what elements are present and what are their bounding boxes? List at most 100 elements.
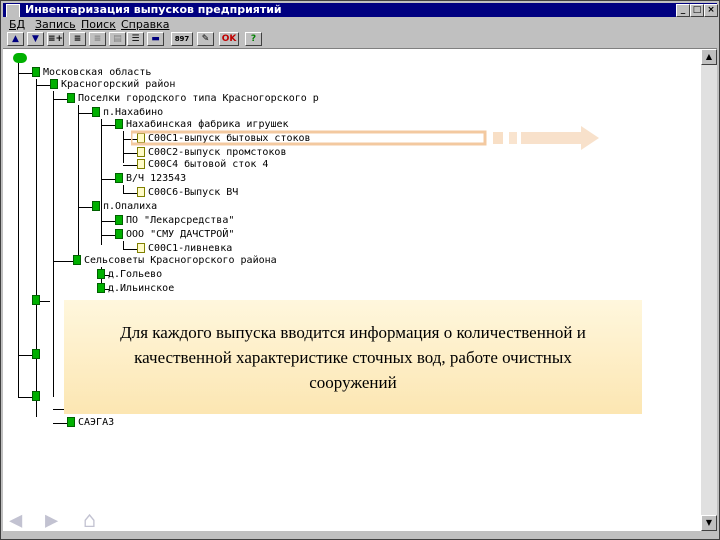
highlight-arrow: [131, 126, 599, 150]
connector-line: [101, 213, 102, 245]
arrow-shaft: [131, 130, 487, 146]
folder-icon: [67, 417, 75, 427]
folder-icon: [92, 201, 100, 211]
menu-bar: БД Запись Поиск Справка: [3, 17, 717, 31]
minimize-button[interactable]: _: [676, 4, 690, 17]
connector-line: [18, 63, 19, 397]
connector-line: [123, 165, 137, 166]
list-view-icon[interactable]: ☰: [127, 32, 144, 46]
folder-icon: [115, 229, 123, 239]
tree-node[interactable]: [32, 349, 43, 361]
menu-search[interactable]: Поиск: [81, 18, 116, 31]
folder-icon: [97, 269, 105, 279]
arrow-segment: [509, 132, 517, 144]
tree-node[interactable]: ООО "СМУ ДАЧСТРОЙ": [115, 229, 234, 241]
connector-line: [53, 91, 54, 397]
tree-node[interactable]: ПО "Лекарсредства": [115, 215, 234, 227]
tree-node[interactable]: д.Гольево: [97, 269, 162, 281]
connector-line: [101, 125, 115, 126]
folder-icon: [67, 93, 75, 103]
connector-line: [123, 241, 124, 249]
connector-line: [78, 113, 92, 114]
tree-node[interactable]: С00С6-Выпуск ВЧ: [137, 187, 238, 199]
connector-line: [53, 423, 67, 424]
folder-icon: [32, 349, 40, 359]
menu-record[interactable]: Запись: [35, 18, 76, 31]
tree-node[interactable]: В/Ч 123543: [115, 173, 186, 185]
filter-icon[interactable]: 897: [171, 32, 193, 46]
connector-line: [101, 179, 115, 180]
edit-pencil-icon[interactable]: ✎: [197, 32, 214, 46]
folder-icon: [32, 295, 40, 305]
tree-node[interactable]: д.Ильинское: [97, 283, 174, 295]
connector-line: [101, 235, 115, 236]
arrow-segment: [493, 132, 503, 144]
tree-node[interactable]: САЭГАЗ: [67, 417, 114, 429]
tree-node[interactable]: С00С4 бытовой сток 4: [137, 159, 268, 171]
disabled-tool-icon[interactable]: ▤: [109, 32, 126, 46]
connector-line: [18, 73, 32, 74]
tree-root-icon[interactable]: [13, 53, 27, 63]
connector-line: [78, 105, 79, 259]
folder-icon: [97, 283, 105, 293]
connector-line: [101, 221, 115, 222]
move-up-icon[interactable]: ▲: [7, 32, 24, 46]
help-button[interactable]: ?: [245, 32, 262, 46]
folder-icon: [115, 215, 123, 225]
edit-record-icon[interactable]: ≡: [89, 32, 106, 46]
window-title: Инвентаризация выпусков предприятий: [25, 3, 282, 16]
tree-node[interactable]: С00С1-ливневка: [137, 243, 232, 255]
app-icon[interactable]: [6, 4, 20, 18]
toolbar: ▲ ▼ ≡+ ≡ ≡ ▤ ☰ ▬ 897 ✎ OK ?: [3, 31, 717, 49]
tree-node[interactable]: Сельсоветы Красногорского района: [73, 255, 277, 267]
tree-node[interactable]: [32, 391, 43, 403]
nav-forward-icon[interactable]: ▶: [45, 508, 58, 533]
callout-line-1: Для каждого выпуска вводится информация …: [120, 323, 586, 342]
delete-record-icon[interactable]: ▬: [147, 32, 164, 46]
folder-icon: [32, 391, 40, 401]
folder-icon: [92, 107, 100, 117]
menu-db[interactable]: БД: [9, 18, 25, 31]
connector-line: [123, 249, 137, 250]
connector-line: [36, 79, 37, 417]
maximize-button[interactable]: □: [690, 4, 704, 17]
tree-node[interactable]: Московская область: [32, 67, 151, 79]
connector-line: [123, 185, 124, 193]
title-bar: Инвентаризация выпусков предприятий _ □ …: [3, 3, 718, 18]
connector-line: [53, 99, 67, 100]
scroll-down-icon[interactable]: ▼: [701, 515, 717, 531]
connector-line: [18, 355, 32, 356]
document-icon: [137, 187, 145, 197]
folder-icon: [115, 173, 123, 183]
folder-icon: [73, 255, 81, 265]
folder-icon: [115, 119, 123, 129]
insert-record-icon[interactable]: ≡: [69, 32, 86, 46]
tree-node[interactable]: п.Опалиха: [92, 201, 157, 213]
menu-help[interactable]: Справка: [121, 18, 169, 31]
connector-line: [123, 131, 124, 163]
ok-button[interactable]: OK: [219, 32, 239, 46]
connector-line: [123, 193, 137, 194]
tree-view: Московская область Красногорский район П…: [3, 49, 701, 531]
document-icon: [137, 243, 145, 253]
move-down-icon[interactable]: ▼: [27, 32, 44, 46]
folder-icon: [50, 79, 58, 89]
add-record-icon[interactable]: ≡+: [47, 32, 64, 46]
connector-line: [53, 261, 73, 262]
callout-line-3: сооружений: [309, 373, 397, 392]
tree-node[interactable]: Красногорский район: [50, 79, 175, 91]
info-callout: Для каждого выпуска вводится информация …: [64, 300, 642, 414]
app-window: Инвентаризация выпусков предприятий _ □ …: [0, 0, 720, 540]
connector-line: [78, 207, 92, 208]
tree-node[interactable]: п.Нахабино: [92, 107, 163, 119]
nav-back-icon[interactable]: ◀: [9, 508, 22, 533]
tree-node[interactable]: Поселки городского типа Красногорского р: [67, 93, 319, 105]
vertical-scrollbar[interactable]: ▲ ▼: [701, 49, 717, 531]
nav-home-icon[interactable]: ⌂: [83, 508, 96, 533]
tree-node[interactable]: [32, 295, 43, 307]
close-button[interactable]: ×: [704, 4, 718, 17]
arrow-head: [521, 126, 599, 150]
scroll-up-icon[interactable]: ▲: [701, 49, 717, 65]
callout-line-2: качественной характеристике сточных вод,…: [134, 348, 572, 367]
connector-line: [36, 85, 50, 86]
